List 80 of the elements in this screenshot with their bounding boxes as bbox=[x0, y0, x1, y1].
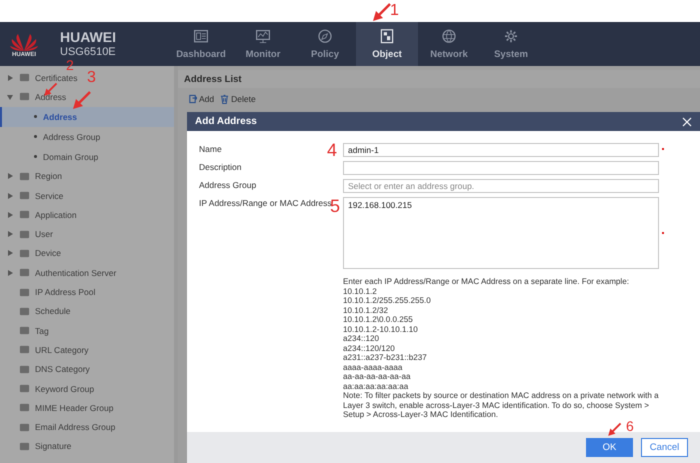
help-text: aaaa-aaaa-aaaa bbox=[343, 362, 404, 372]
annotation-number: 1 bbox=[390, 3, 399, 19]
field-label: IP Address/Range or MAC Address bbox=[199, 198, 332, 208]
sidebar-item[interactable]: Device bbox=[35, 248, 61, 258]
arrow-icon bbox=[370, 2, 392, 24]
field-label: Description bbox=[199, 162, 242, 172]
delete-button[interactable]: Delete bbox=[220, 94, 256, 104]
field-label: Name bbox=[199, 144, 222, 154]
monitor-icon bbox=[254, 28, 272, 44]
sidebar-item[interactable]: Signature bbox=[35, 441, 72, 452]
expand-arrow-icon[interactable] bbox=[6, 192, 14, 200]
sidebar-item[interactable]: DNS Category bbox=[35, 364, 90, 374]
object-icon bbox=[378, 28, 396, 44]
sidebar-item[interactable]: Address bbox=[0, 106, 174, 127]
list-title: Address List bbox=[178, 70, 700, 88]
sidebar-item[interactable]: MIME Header Group bbox=[35, 402, 114, 413]
expand-arrow-icon[interactable] bbox=[6, 268, 14, 277]
device-model: USG6510E bbox=[60, 45, 117, 59]
sidebar-item[interactable]: Email Address Group bbox=[35, 422, 116, 432]
input-field[interactable] bbox=[343, 161, 659, 175]
annotation-number: 3 bbox=[87, 70, 96, 86]
sidebar-item[interactable]: Application bbox=[35, 210, 77, 220]
help-text: aa:aa:aa:aa:aa:aa bbox=[343, 382, 410, 391]
ok-button[interactable]: OK bbox=[586, 438, 633, 457]
close-icon[interactable] bbox=[682, 116, 692, 126]
compass-icon bbox=[316, 28, 334, 44]
annotation-number: 5 bbox=[330, 198, 340, 214]
globe-icon bbox=[440, 28, 458, 44]
sidebar-item[interactable]: Schedule bbox=[35, 306, 70, 316]
expand-arrow-icon[interactable] bbox=[6, 230, 14, 238]
note-text: Note: To filter packets by source or destination MAC address on a private network with a Layer 3 switch, enable across-Layer-3 MAC identification. To do so, choose System > Setup > Across-Layer-3 MAC Identification. bbox=[343, 391, 660, 420]
sidebar-item[interactable]: URL Category bbox=[35, 344, 89, 355]
cancel-button[interactable]: Cancel bbox=[641, 438, 688, 457]
field-label: Address Group bbox=[199, 180, 256, 190]
input-field[interactable]: admin-1 bbox=[343, 143, 659, 157]
expand-arrow-icon[interactable] bbox=[6, 210, 14, 219]
sidebar-item[interactable]: Address Group bbox=[0, 126, 174, 147]
sidebar-item[interactable]: IP Address Pool bbox=[35, 287, 96, 298]
sidebar-item[interactable]: Address bbox=[35, 92, 66, 102]
help-text: a234::120/120 bbox=[343, 344, 396, 353]
sidebar-item[interactable]: Certificates bbox=[35, 72, 78, 83]
nav-tab[interactable]: System bbox=[480, 22, 542, 66]
arrow-icon bbox=[70, 90, 92, 112]
dialog-title: Add Address bbox=[195, 116, 257, 127]
expand-arrow-icon[interactable] bbox=[6, 172, 14, 180]
help-text: Enter each IP Address/Range or MAC Address on a separate line. For example: bbox=[343, 277, 630, 286]
annotation-number: 4 bbox=[327, 142, 338, 158]
nav-tab[interactable]: Object bbox=[356, 22, 418, 66]
sidebar-item[interactable]: User bbox=[35, 229, 53, 240]
expand-arrow-icon[interactable] bbox=[6, 74, 14, 82]
input-field[interactable]: Select or enter an address group. bbox=[343, 179, 659, 193]
expand-arrow-icon[interactable] bbox=[6, 249, 14, 258]
nav-tab[interactable]: Monitor bbox=[232, 22, 294, 66]
sidebar-item[interactable]: Authentication Server bbox=[35, 268, 116, 278]
help-text: 10.10.1.2/32 bbox=[343, 306, 390, 315]
help-text: a234::120 bbox=[343, 334, 380, 344]
nav-tab[interactable]: Policy bbox=[294, 22, 356, 66]
arrow-icon bbox=[606, 422, 622, 438]
collapse-arrow-icon[interactable] bbox=[6, 92, 14, 101]
sidebar-item[interactable]: Service bbox=[35, 190, 64, 201]
help-text: aa-aa-aa-aa-aa-aa bbox=[343, 372, 412, 382]
help-text: 10.10.1.2\0.0.0.255 bbox=[343, 315, 414, 324]
address-textarea[interactable]: 192.168.100.215 bbox=[343, 197, 659, 269]
add-button[interactable]: Add bbox=[188, 94, 214, 104]
help-text: 10.10.1.2 bbox=[343, 286, 378, 296]
help-text: a231::a237-b231::b237 bbox=[343, 353, 428, 362]
annotation-number: 6 bbox=[626, 420, 634, 433]
help-text: 10.10.1.2/255.255.255.0 bbox=[343, 296, 432, 306]
settings-icon bbox=[502, 28, 520, 44]
sidebar-item[interactable]: Tag bbox=[35, 326, 49, 336]
sidebar-item[interactable]: Domain Group bbox=[0, 146, 174, 167]
product-name: HUAWEI bbox=[60, 29, 117, 45]
sidebar-item[interactable]: Keyword Group bbox=[35, 384, 94, 394]
dashboard-icon bbox=[192, 28, 210, 44]
sidebar-item[interactable]: Region bbox=[35, 171, 62, 182]
help-text: 10.10.1.2-10.10.1.10 bbox=[343, 324, 419, 334]
trash-icon bbox=[220, 94, 230, 104]
nav-tab[interactable]: Dashboard bbox=[170, 22, 232, 66]
add-icon bbox=[188, 94, 197, 104]
nav-tab[interactable]: Network bbox=[418, 22, 480, 66]
